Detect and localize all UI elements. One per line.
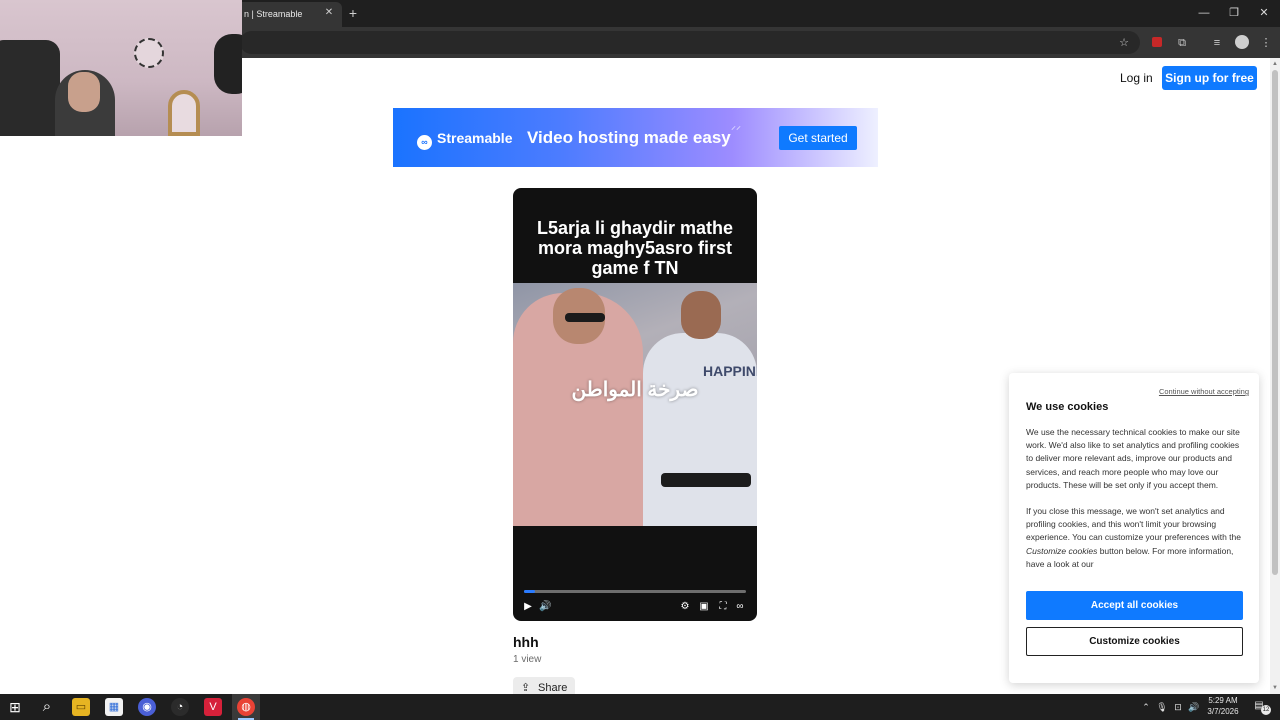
picture-in-picture-icon[interactable]: ▣ <box>698 601 710 613</box>
login-link[interactable]: Log in <box>1120 70 1156 86</box>
webcam-overlay <box>0 0 242 136</box>
scroll-up-icon[interactable]: ▲ <box>1271 60 1279 68</box>
taskbar-clock[interactable]: 5:29 AM 3/7/2026 <box>1200 695 1246 717</box>
streamer-face <box>68 72 100 112</box>
man-head <box>681 291 721 339</box>
clock-date: 3/7/2026 <box>1207 707 1239 716</box>
cookie-text-emphasis: Customize cookies <box>1026 545 1098 556</box>
video-title: hhh <box>513 634 539 650</box>
microphone-icon[interactable]: 🎙 <box>1156 700 1168 714</box>
scroll-down-icon[interactable]: ▼ <box>1271 684 1279 692</box>
bookmark-star-icon[interactable]: ☆ <box>1116 35 1132 51</box>
chair-back <box>214 34 242 94</box>
cookie-consent-dialog: Continue without accepting We use cookie… <box>1009 373 1259 683</box>
caption-line: mora maghy5asro first <box>537 238 733 258</box>
gaming-chair <box>0 40 60 136</box>
file-explorer-icon[interactable]: ▭ <box>72 698 90 716</box>
restore-window-button[interactable]: ❐ <box>1227 6 1241 20</box>
notification-count-badge: 12 <box>1261 705 1271 715</box>
play-icon[interactable]: ▶ <box>522 601 534 613</box>
windows-start-icon[interactable]: ⊞ <box>6 698 24 716</box>
cookie-title: We use cookies <box>1026 401 1109 413</box>
volume-icon[interactable]: 🔊 <box>1188 700 1200 714</box>
profile-avatar[interactable] <box>1235 35 1249 49</box>
tab-title: n | Streamable <box>244 9 303 19</box>
streamable-logo-icon: ∞ <box>417 135 432 150</box>
belt <box>661 473 751 487</box>
video-player[interactable]: L5arja li ghaydir mathe mora maghy5asro … <box>513 188 757 621</box>
fullscreen-icon[interactable]: ⛶ <box>717 601 729 613</box>
view-count: 1 view <box>513 654 542 665</box>
media-control-icon[interactable]: ≡ <box>1209 35 1225 51</box>
continue-without-accepting-link[interactable]: Continue without accepting <box>1125 387 1249 397</box>
standing-mirror <box>168 90 200 136</box>
streamable-logo-icon[interactable]: ∞ <box>734 601 746 613</box>
share-label: Share <box>538 682 568 694</box>
search-icon[interactable]: ⌕ <box>38 698 56 716</box>
volume-icon[interactable]: 🔊 <box>539 601 551 613</box>
tray-chevron-icon[interactable]: ⌃ <box>1140 700 1152 714</box>
wall-mirror-decoration <box>134 38 164 68</box>
get-started-button[interactable]: Get started <box>779 126 857 150</box>
windows-taskbar: ⊞ ⌕ ▭ ▦ ◉ ◔ V ◍ ⌃ 🎙 ⊡ 🔊 5:29 AM 3/7/2026… <box>0 694 1280 720</box>
cookie-text-part: If you close this message, we won't set … <box>1026 506 1241 543</box>
store-icon[interactable]: ▦ <box>105 698 123 716</box>
settings-gear-icon[interactable]: ⚙ <box>679 601 691 613</box>
discord-icon[interactable]: ◉ <box>138 698 156 716</box>
screen: n | Streamable ✕ + — ❐ ✕ ☆ ⧉ ≡ ⋮ ▲ ▼ Log… <box>0 0 1280 720</box>
streamable-logo: ∞ Streamable <box>417 129 513 150</box>
accept-all-cookies-button[interactable]: Accept all cookies <box>1026 591 1243 620</box>
customize-cookies-button[interactable]: Customize cookies <box>1026 627 1243 656</box>
new-tab-button[interactable]: + <box>345 5 361 21</box>
sunglasses <box>565 313 605 322</box>
valorant-icon[interactable]: V <box>204 698 222 716</box>
video-caption: L5arja li ghaydir mathe mora maghy5asro … <box>513 218 757 278</box>
extensions-puzzle-icon[interactable]: ⧉ <box>1174 35 1190 51</box>
browser-menu-icon[interactable]: ⋮ <box>1258 35 1274 51</box>
address-bar[interactable] <box>240 31 1140 54</box>
signup-button[interactable]: Sign up for free <box>1162 66 1257 90</box>
logo-text: Streamable <box>437 130 513 146</box>
cookie-paragraph: If you close this message, we won't set … <box>1026 505 1248 571</box>
minimize-window-button[interactable]: — <box>1197 6 1211 20</box>
scrollbar-thumb[interactable] <box>1272 70 1278 575</box>
caption-line: L5arja li ghaydir mathe <box>536 218 734 238</box>
video-progress-bar[interactable] <box>524 590 746 593</box>
chrome-icon[interactable]: ◍ <box>237 698 255 716</box>
network-icon[interactable]: ⊡ <box>1172 700 1184 714</box>
cookie-body: We use the necessary technical cookies t… <box>1026 426 1248 584</box>
shirt-print: HAPPINES <box>703 363 757 379</box>
promo-banner[interactable]: ∞ Streamable Video hosting made easy ⸝⸝ G… <box>393 108 878 167</box>
banner-tagline: Video hosting made easy <box>527 128 731 147</box>
video-frame[interactable]: HAPPINES صرخة المواطن <box>513 283 757 526</box>
tab-close-icon[interactable]: ✕ <box>322 6 336 20</box>
cookie-paragraph: We use the necessary technical cookies t… <box>1026 427 1240 490</box>
man-white-shirt <box>643 333 757 526</box>
app-circle-icon[interactable]: ◔ <box>171 698 189 716</box>
caption-line: game f TN <box>591 258 679 278</box>
sparkle-icon: ⸝⸝ <box>731 121 741 132</box>
clock-time: 5:29 AM <box>1208 696 1238 705</box>
video-progress-fill <box>524 590 536 593</box>
extension-icon[interactable] <box>1152 37 1162 47</box>
close-window-button[interactable]: ✕ <box>1257 6 1271 20</box>
video-overlay-text: صرخة المواطن <box>571 379 699 401</box>
